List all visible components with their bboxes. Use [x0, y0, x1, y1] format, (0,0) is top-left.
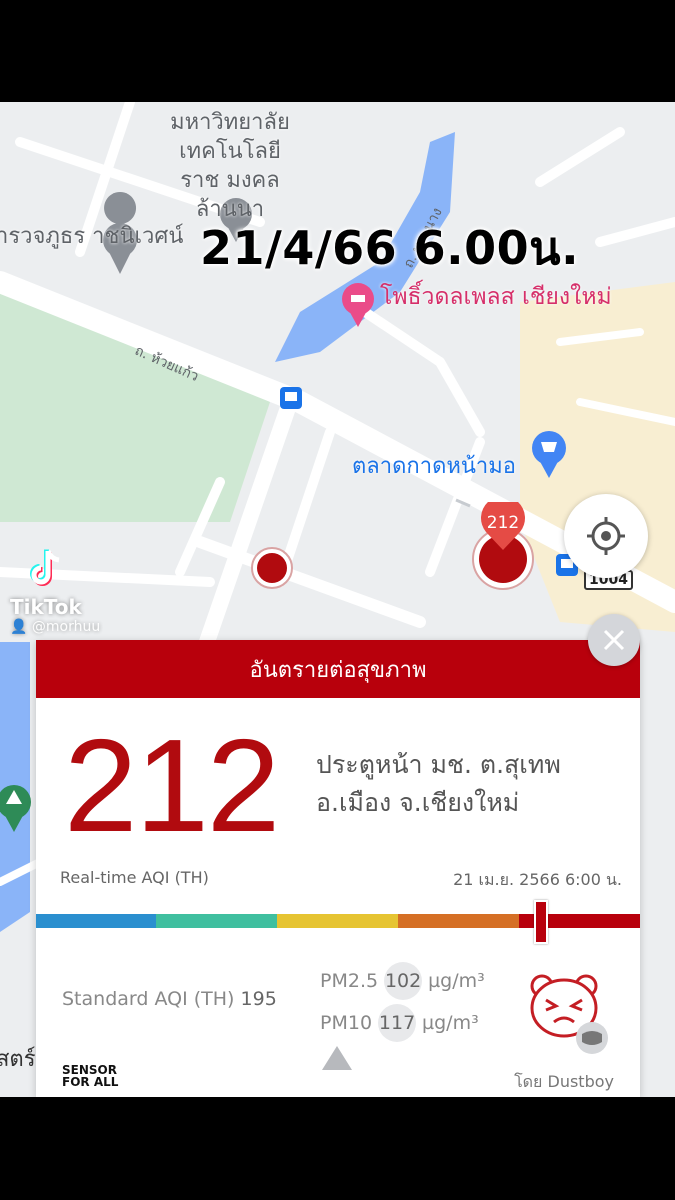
station-line1: ประตูหน้า มช. ต.สุเทพ — [316, 750, 561, 779]
aqi-scale-indicator — [534, 900, 548, 944]
station-line2: อ.เมือง จ.เชียงใหม่ — [316, 788, 520, 817]
pm10-row: PM10 117 µg/m³ — [320, 1004, 479, 1042]
my-location-button[interactable] — [564, 494, 648, 578]
data-source-credit: โดย Dustboy — [514, 1072, 614, 1091]
scale-unhealthy — [398, 914, 519, 928]
angry-bear-mask-icon — [530, 974, 608, 1054]
tiktok-username: @morhuu — [31, 619, 101, 635]
overlay-date-caption: 21/4/66 6.00น. — [200, 221, 580, 275]
tiktok-watermark: TikTok 👤 @morhuu — [10, 547, 100, 635]
pm10-label: PM10 — [320, 1012, 373, 1034]
pm25-unit: µg/m³ — [428, 970, 485, 992]
selected-sensor-marker[interactable]: 212 — [478, 496, 528, 552]
expand-triangle-icon[interactable] — [322, 1046, 352, 1070]
standard-aqi: Standard AQI (TH) 195 — [62, 988, 277, 1010]
aqi-value: 212 — [64, 712, 280, 859]
scale-unhealthy-sensitive — [277, 914, 398, 928]
pm25-row: PM2.5 102 µg/m³ — [320, 962, 485, 1000]
aqi-color-scale — [36, 914, 640, 928]
phone-screen: มหาวิทยาลัย เทคโนโลยีราช มงคลล้านนา ารวจ… — [0, 102, 675, 1097]
close-icon — [603, 629, 625, 651]
market-label[interactable]: ตลาดกาดหน้ามอ — [352, 448, 516, 483]
university-label[interactable]: มหาวิทยาลัย เทคโนโลยีราช มงคลล้านนา — [160, 108, 300, 224]
hotel-label[interactable]: โพธิ์วดลเพลส เชียงใหม่ — [380, 282, 612, 312]
realtime-aqi-label: Real-time AQI (TH) — [60, 868, 209, 887]
standard-aqi-value: 195 — [240, 988, 277, 1010]
pm25-label: PM2.5 — [320, 970, 379, 992]
logo-line2: FOR ALL — [62, 1075, 119, 1089]
marker-value: 212 — [486, 513, 520, 533]
tiktok-name: TikTok — [10, 595, 82, 619]
pm25-value: 102 — [384, 962, 423, 1000]
pm10-unit: µg/m³ — [422, 1012, 479, 1034]
reading-timestamp: 21 เม.ย. 2566 6:00 น. — [453, 870, 622, 889]
close-card-button[interactable] — [588, 614, 640, 666]
police-school-label[interactable]: ารวจภูธร าชนิเวศน์ — [0, 222, 183, 251]
tiktok-user: 👤 @morhuu — [10, 619, 100, 635]
aqi-info-card: อันตรายต่อสุขภาพ 212 ประตูหน้า มช. ต.สุเ… — [36, 640, 640, 1097]
standard-aqi-label: Standard AQI (TH) — [62, 988, 235, 1010]
scale-good — [36, 914, 156, 928]
station-name: ประตูหน้า มช. ต.สุเทพ อ.เมือง จ.เชียงใหม… — [316, 746, 561, 822]
pm10-value: 117 — [378, 1004, 417, 1042]
sensor-for-all-logo: SENSOR FOR ALL — [62, 1064, 118, 1088]
crosshair-icon — [587, 517, 625, 555]
aqi-category-header: อันตรายต่อสุขภาพ — [36, 640, 640, 698]
tiktok-logo-icon — [30, 549, 60, 586]
scale-moderate — [156, 914, 277, 928]
user-icon: 👤 — [10, 619, 28, 635]
